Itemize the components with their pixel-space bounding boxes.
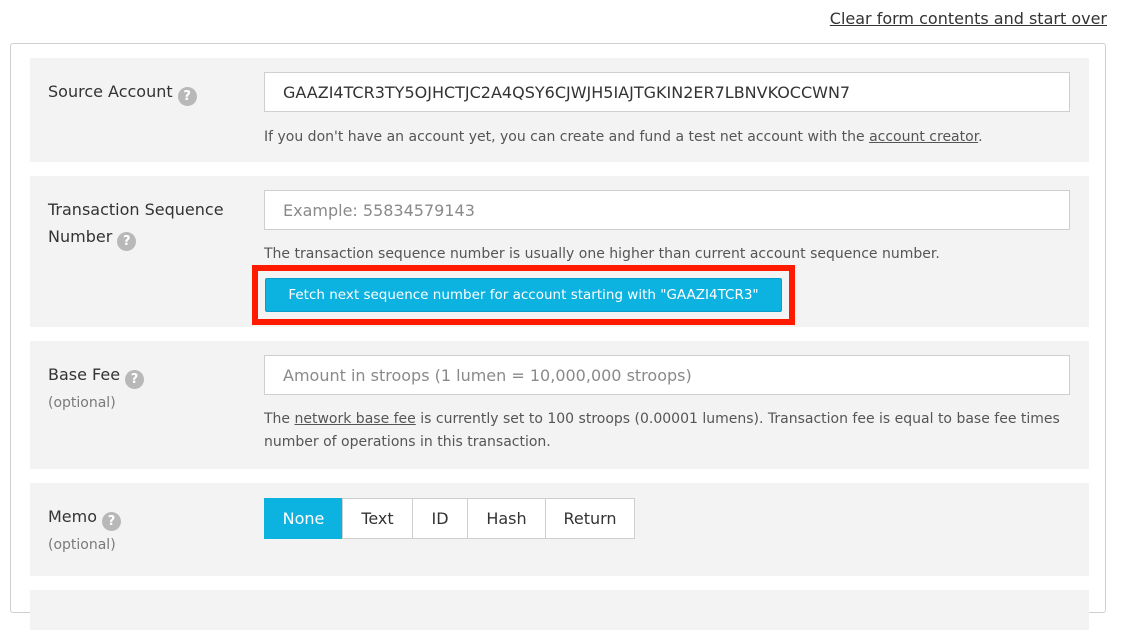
help-icon[interactable]: ?	[125, 370, 145, 389]
memo-type-selector: None Text ID Hash Return	[264, 498, 635, 539]
sequence-hint: The transaction sequence number is usual…	[264, 246, 940, 262]
clear-form-link[interactable]: Clear form contents and start over	[830, 9, 1107, 28]
sequence-row: Transaction Sequence Number? The transac…	[30, 176, 1089, 327]
help-icon[interactable]: ?	[117, 232, 137, 251]
source-account-hint-suffix: .	[978, 129, 983, 145]
base-fee-optional: (optional)	[48, 395, 116, 411]
memo-text-button[interactable]: Text	[342, 498, 413, 539]
source-account-label-text: Source Account	[48, 82, 173, 101]
base-fee-label-text: Base Fee	[48, 365, 121, 384]
source-account-row: Source Account? If you don't have an acc…	[30, 58, 1089, 162]
base-fee-label: Base Fee?	[48, 361, 145, 389]
memo-none-button[interactable]: None	[264, 498, 343, 539]
memo-label: Memo?	[48, 503, 122, 531]
base-fee-row: Base Fee? (optional) The network base fe…	[30, 341, 1089, 469]
sequence-label: Transaction Sequence Number?	[48, 196, 224, 251]
fetch-button-highlight: Fetch next sequence number for account s…	[252, 265, 795, 325]
sequence-input[interactable]	[264, 190, 1070, 230]
base-fee-input[interactable]	[264, 355, 1070, 395]
base-fee-hint-line2: number of operations in this transaction…	[264, 434, 551, 450]
memo-optional: (optional)	[48, 537, 116, 553]
next-row	[30, 590, 1089, 630]
fetch-sequence-button[interactable]: Fetch next sequence number for account s…	[265, 278, 782, 312]
base-fee-hint-rest: is currently set to 100 stroops (0.00001…	[415, 411, 1060, 427]
source-account-hint: If you don't have an account yet, you ca…	[264, 126, 1074, 149]
source-account-label: Source Account?	[48, 78, 197, 106]
sequence-label-line1: Transaction Sequence	[48, 200, 224, 219]
source-account-input[interactable]	[264, 72, 1070, 112]
sequence-label-line2: Number	[48, 227, 113, 246]
base-fee-hint: The network base fee is currently set to…	[264, 408, 1074, 454]
memo-label-text: Memo	[48, 507, 98, 526]
memo-hash-button[interactable]: Hash	[467, 498, 546, 539]
base-fee-hint-prefix: The	[264, 411, 295, 427]
help-icon[interactable]: ?	[102, 512, 122, 531]
memo-id-button[interactable]: ID	[412, 498, 468, 539]
account-creator-link[interactable]: account creator	[869, 129, 978, 145]
network-base-fee-link[interactable]: network base fee	[295, 411, 416, 427]
memo-return-button[interactable]: Return	[545, 498, 635, 539]
help-icon[interactable]: ?	[177, 87, 197, 106]
memo-row: Memo? (optional) None Text ID Hash Retur…	[30, 483, 1089, 576]
source-account-hint-text: If you don't have an account yet, you ca…	[264, 129, 870, 145]
transaction-form: Source Account? If you don't have an acc…	[10, 43, 1106, 630]
